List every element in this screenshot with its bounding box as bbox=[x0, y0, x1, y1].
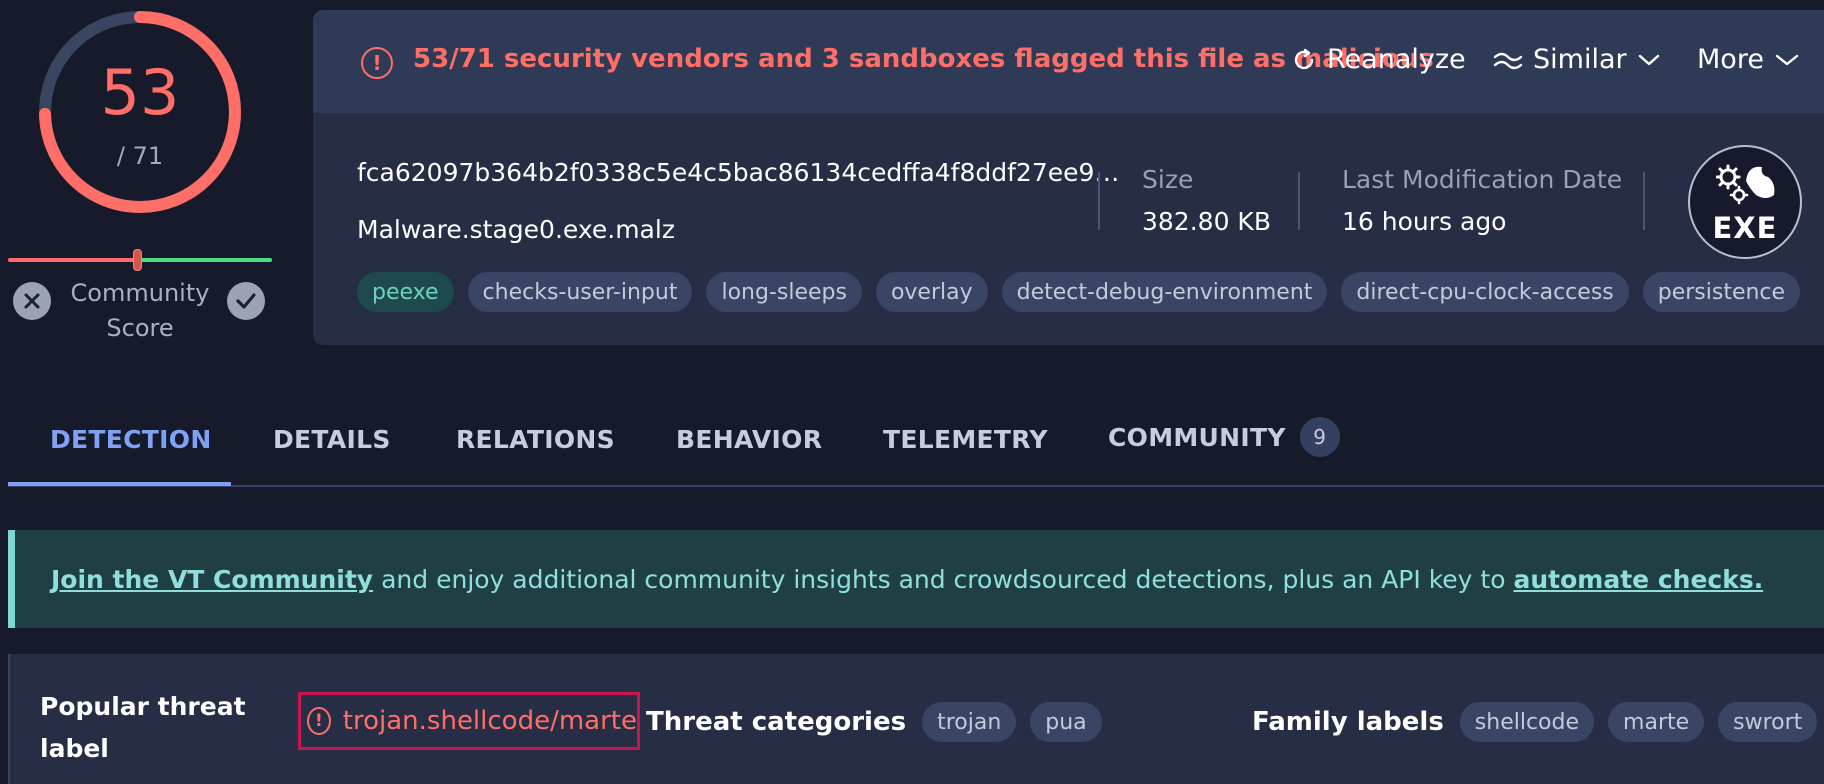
popular-threat-label[interactable]: ! trojan.shellcode/marte bbox=[298, 692, 640, 750]
detection-score-panel: 53 / 71 Community Score bbox=[0, 0, 290, 360]
similar-dropdown[interactable]: Similar bbox=[1493, 44, 1661, 75]
report-tabs: DETECTION DETAILS RELATIONS BEHAVIOR TEL… bbox=[8, 415, 1824, 487]
family-tag-shellcode[interactable]: shellcode bbox=[1459, 702, 1595, 742]
tag-checks-user-input[interactable]: checks-user-input bbox=[467, 272, 693, 312]
threat-label-value: trojan.shellcode/marte bbox=[342, 706, 637, 736]
community-score-label: Community Score bbox=[70, 279, 210, 342]
tab-community[interactable]: COMMUNITY 9 bbox=[1108, 417, 1340, 457]
tag-long-sleeps[interactable]: long-sleeps bbox=[706, 272, 862, 312]
file-summary-card: ! 53/71 security vendors and 3 sandboxes… bbox=[313, 10, 1824, 345]
automate-checks-link[interactable]: automate checks. bbox=[1514, 565, 1764, 594]
banner-text: and enjoy additional community insights … bbox=[381, 564, 1506, 594]
similar-label: Similar bbox=[1533, 44, 1627, 75]
join-community-link[interactable]: Join the VT Community bbox=[51, 565, 373, 594]
threat-categories-title: Threat categories bbox=[646, 707, 907, 737]
tag-detect-debug-environment[interactable]: detect-debug-environment bbox=[1001, 272, 1328, 312]
tab-behavior[interactable]: BEHAVIOR bbox=[676, 425, 822, 454]
detection-gauge: 53 / 71 bbox=[34, 6, 246, 218]
file-hash[interactable]: fca62097b364b2f0338c5e4c5bac86134cedffa4… bbox=[357, 158, 1119, 187]
size-value: 382.80 KB bbox=[1142, 207, 1271, 236]
detection-count: 53 bbox=[100, 56, 180, 129]
approx-icon bbox=[1493, 52, 1523, 69]
file-tags: peexe checks-user-input long-sleeps over… bbox=[357, 272, 1801, 312]
tab-telemetry[interactable]: TELEMETRY bbox=[883, 425, 1048, 454]
tag-direct-cpu-clock-access[interactable]: direct-cpu-clock-access bbox=[1341, 272, 1629, 312]
vote-malicious-button[interactable] bbox=[13, 282, 51, 320]
tab-details[interactable]: DETAILS bbox=[273, 425, 391, 454]
alert-message: 53/71 security vendors and 3 sandboxes f… bbox=[413, 44, 1434, 74]
divider bbox=[1643, 172, 1645, 230]
reanalyze-button[interactable]: Reanalyze bbox=[1291, 44, 1466, 75]
check-icon bbox=[236, 293, 256, 309]
tab-detection[interactable]: DETECTION bbox=[50, 425, 212, 454]
threat-summary-card: Popular threat label ! trojan.shellcode/… bbox=[8, 654, 1824, 784]
alert-circle-icon: ! bbox=[307, 707, 331, 735]
tag-overlay[interactable]: overlay bbox=[875, 272, 988, 312]
more-dropdown[interactable]: More bbox=[1697, 44, 1800, 75]
family-labels-title: Family labels bbox=[1252, 707, 1444, 737]
file-type-badge: EXE bbox=[1688, 145, 1802, 259]
chevron-down-icon bbox=[1775, 54, 1799, 65]
active-tab-indicator bbox=[8, 482, 231, 486]
category-tag-trojan[interactable]: trojan bbox=[922, 702, 1017, 742]
alert-circle-icon: ! bbox=[361, 47, 393, 79]
close-icon bbox=[24, 293, 40, 309]
chevron-down-icon bbox=[1638, 54, 1659, 65]
popular-threat-label-title: Popular threat label bbox=[40, 692, 246, 763]
tab-community-label: COMMUNITY bbox=[1108, 422, 1286, 452]
modified-date-value: 16 hours ago bbox=[1342, 207, 1507, 236]
family-tag-swrort[interactable]: swrort bbox=[1718, 702, 1818, 742]
family-labels: Family labels shellcode marte swrort bbox=[1252, 702, 1818, 742]
community-signup-banner: Join the VT Community and enjoy addition… bbox=[8, 530, 1824, 628]
reanalyze-label: Reanalyze bbox=[1327, 44, 1466, 75]
size-label: Size bbox=[1142, 165, 1194, 194]
more-label: More bbox=[1697, 44, 1764, 75]
gears-icon bbox=[1716, 164, 1775, 205]
threat-categories: Threat categories trojan pua bbox=[646, 702, 1102, 742]
family-tag-marte[interactable]: marte bbox=[1608, 702, 1705, 742]
divider bbox=[1098, 172, 1100, 230]
tag-persistence[interactable]: persistence bbox=[1642, 272, 1801, 312]
file-type-label: EXE bbox=[1712, 211, 1778, 245]
modified-date-label: Last Modification Date bbox=[1342, 165, 1623, 194]
vote-harmless-button[interactable] bbox=[227, 282, 265, 320]
file-name: Malware.stage0.exe.malz bbox=[357, 215, 675, 244]
tag-peexe[interactable]: peexe bbox=[357, 272, 454, 312]
divider bbox=[1298, 172, 1300, 230]
category-tag-pua[interactable]: pua bbox=[1030, 702, 1102, 742]
community-count-badge: 9 bbox=[1299, 417, 1340, 457]
malicious-alert-bar: ! 53/71 security vendors and 3 sandboxes… bbox=[313, 10, 1824, 113]
engine-total: / 71 bbox=[116, 142, 164, 170]
refresh-icon bbox=[1294, 48, 1314, 69]
tab-relations[interactable]: RELATIONS bbox=[456, 425, 615, 454]
community-score-marker bbox=[133, 249, 142, 271]
